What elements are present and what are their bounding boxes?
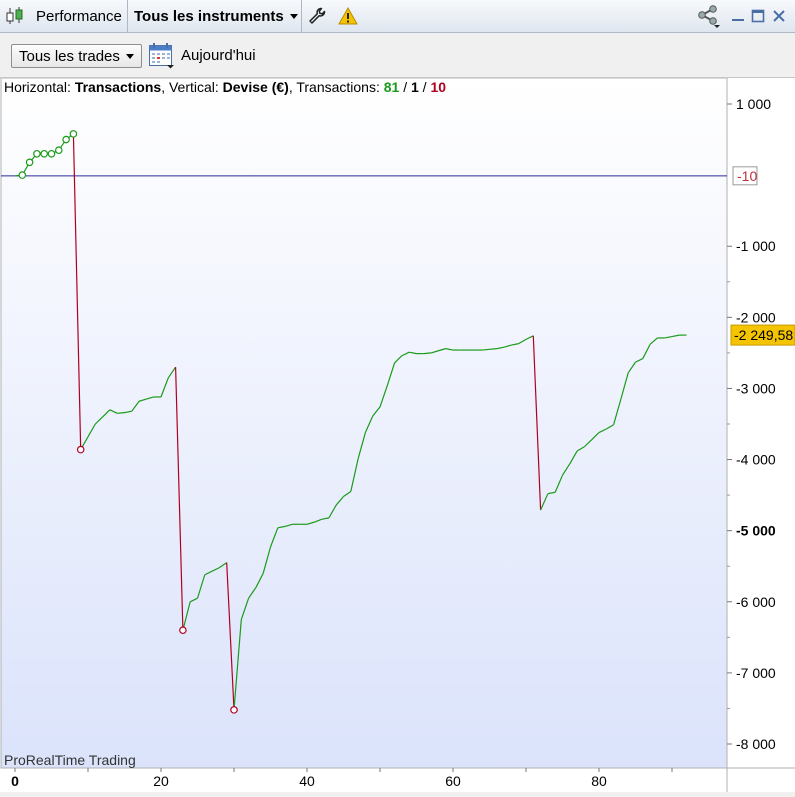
candlestick-icon[interactable] — [4, 0, 28, 32]
chevron-down-icon — [290, 14, 298, 19]
win-segment — [482, 349, 489, 350]
share-icon[interactable] — [696, 0, 724, 32]
x-tick-label: 0 — [11, 773, 19, 789]
header-even-count: 1 — [411, 79, 419, 95]
win-segment — [424, 353, 431, 354]
win-trade-marker[interactable] — [34, 151, 40, 157]
header-v-prefix: , Vertical: — [161, 79, 222, 95]
tab-performance-label: Performance — [36, 8, 122, 25]
loss-trade-marker[interactable] — [78, 446, 84, 452]
header-slash-1: / — [399, 79, 411, 95]
header-loss-count: 10 — [430, 79, 446, 95]
y-tick-label: -6 000 — [736, 594, 776, 610]
x-tick-label: 20 — [153, 773, 169, 789]
win-trade-marker[interactable] — [26, 159, 32, 165]
maximize-icon[interactable] — [751, 0, 767, 32]
y-tick-label: 1 000 — [736, 96, 771, 112]
y-tick-label: -8 000 — [736, 736, 776, 752]
wrench-icon[interactable] — [307, 0, 329, 32]
header-slash-2: / — [419, 79, 431, 95]
close-icon[interactable] — [772, 0, 788, 32]
zero-value-badge-label: -10 — [737, 168, 757, 184]
instrument-selector-label: Tous les instruments — [134, 8, 284, 25]
win-segment — [490, 349, 497, 350]
minimize-icon[interactable] — [731, 0, 747, 32]
watermark: ProRealTime Trading — [4, 752, 136, 768]
header-h-prefix: Horizontal: — [4, 79, 75, 95]
trade-filter-label: Tous les trades — [19, 48, 120, 65]
calendar-icon[interactable] — [148, 42, 176, 70]
date-selector-label: Aujourd'hui — [181, 47, 256, 64]
warning-icon[interactable] — [338, 0, 360, 32]
instrument-selector[interactable]: Tous les instruments — [134, 0, 298, 32]
plot-area[interactable] — [1, 78, 727, 768]
chart-info-header: Horizontal: Transactions, Vertical: Devi… — [4, 79, 446, 95]
trade-filter-dropdown[interactable]: Tous les trades — [11, 44, 142, 68]
win-trade-marker[interactable] — [48, 151, 54, 157]
win-trade-marker[interactable] — [41, 151, 47, 157]
x-tick-label: 40 — [299, 773, 315, 789]
win-trade-marker[interactable] — [70, 131, 76, 137]
chevron-down-icon — [126, 54, 134, 59]
x-tick-label: 60 — [445, 773, 461, 789]
window-titlebar: Performance Tous les instruments — [0, 0, 795, 33]
y-tick-label: -7 000 — [736, 665, 776, 681]
date-selector[interactable]: Aujourd'hui — [181, 47, 256, 64]
chart-toolbar: Tous les trades Aujourd'hui — [0, 33, 795, 78]
win-trade-marker[interactable] — [19, 172, 25, 178]
y-tick-label: -1 000 — [736, 238, 776, 254]
y-tick-label: -2 000 — [736, 309, 776, 325]
win-trade-marker[interactable] — [56, 147, 62, 153]
y-tick-label: -4 000 — [736, 452, 776, 468]
equity-chart: 1 000 -1 000 -2 000 -3 000 -4 000 -5 000 -6 00… — [0, 78, 795, 792]
tab-performance[interactable]: Performance — [36, 0, 122, 32]
loss-trade-marker[interactable] — [231, 707, 237, 713]
x-tick-label: 80 — [591, 773, 607, 789]
loss-trade-marker[interactable] — [180, 627, 186, 633]
current-value-badge-label: -2 249,58 — [734, 327, 793, 343]
y-tick-label: -5 000 — [736, 523, 776, 539]
header-t-prefix: , Transactions: — [289, 79, 384, 95]
y-tick-label: -3 000 — [736, 380, 776, 396]
win-trade-marker[interactable] — [63, 136, 69, 142]
win-segment — [117, 413, 124, 414]
equity-chart-svg: 1 000 -1 000 -2 000 -3 000 -4 000 -5 000 -6 00… — [0, 78, 795, 792]
header-v-value: Devise (€) — [223, 79, 289, 95]
header-h-value: Transactions — [75, 79, 162, 95]
header-win-count: 81 — [384, 79, 400, 95]
